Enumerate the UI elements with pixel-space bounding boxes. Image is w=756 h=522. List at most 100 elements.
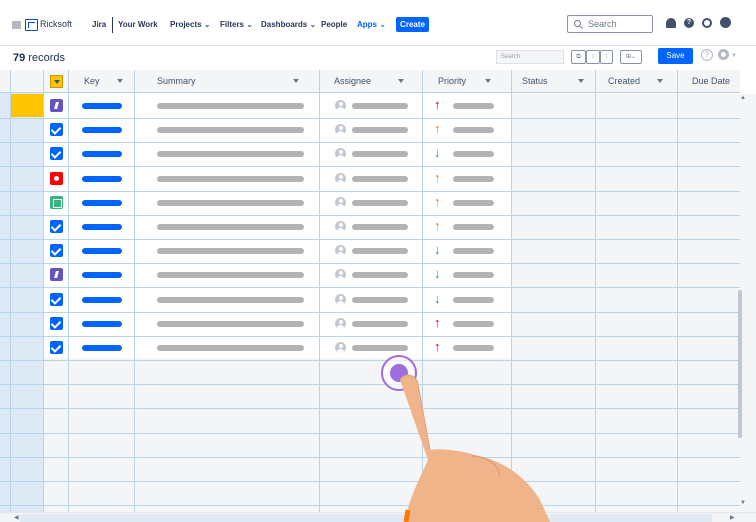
settings-gear-icon[interactable] <box>702 18 712 28</box>
column-sort-caret-icon[interactable] <box>578 79 584 83</box>
summary-cell[interactable] <box>157 224 304 230</box>
nav-people[interactable]: People <box>321 20 347 29</box>
table-row[interactable]: ↓ <box>0 288 740 312</box>
table-row[interactable]: ↑ <box>0 118 740 142</box>
priority-cell[interactable] <box>453 320 494 327</box>
vertical-scrollbar[interactable] <box>740 94 756 512</box>
table-row[interactable]: ↑ <box>0 167 740 191</box>
column-header-status[interactable]: Status <box>522 76 548 86</box>
table-row[interactable]: ↓ <box>0 239 740 263</box>
priority-cell[interactable] <box>453 296 494 303</box>
column-sort-caret-icon[interactable] <box>657 79 663 83</box>
issue-key-link[interactable] <box>82 345 122 351</box>
issue-key-link[interactable] <box>82 320 122 327</box>
vertical-scroll-thumb[interactable] <box>738 290 742 438</box>
assignee-cell[interactable] <box>352 345 408 351</box>
column-header-created[interactable]: Created <box>608 76 640 86</box>
summary-cell[interactable] <box>157 296 304 303</box>
table-row[interactable]: ↑ <box>0 215 740 239</box>
priority-cell[interactable] <box>453 224 494 230</box>
issue-key-link[interactable] <box>82 127 122 134</box>
format-button[interactable]: ⁝ <box>586 50 600 64</box>
summary-cell[interactable] <box>157 248 304 255</box>
assignee-cell[interactable] <box>352 199 408 206</box>
priority-cell[interactable] <box>453 248 494 255</box>
table-row[interactable]: ↑ <box>0 336 740 360</box>
nav-filters[interactable]: Filters ⌄ <box>220 20 253 29</box>
issue-key-link[interactable] <box>82 248 122 255</box>
column-sort-caret-icon[interactable] <box>485 79 491 83</box>
scroll-up-arrow-icon[interactable]: ▲ <box>740 95 746 101</box>
column-header-summary[interactable]: Summary <box>157 76 196 86</box>
assignee-cell[interactable] <box>352 248 408 255</box>
format-button-2[interactable]: ⁝ <box>600 50 613 64</box>
view-options-button[interactable]: ⊞⌄ <box>620 50 642 64</box>
priority-cell[interactable] <box>453 127 494 134</box>
column-header-key[interactable]: Key <box>84 76 100 86</box>
priority-cell[interactable] <box>453 272 494 279</box>
table-row[interactable]: ↑ <box>0 94 740 118</box>
assignee-avatar-icon <box>335 342 346 353</box>
table-row[interactable]: ↓ <box>0 142 740 166</box>
scroll-left-arrow-icon[interactable]: ◀ <box>14 514 19 521</box>
summary-cell[interactable] <box>157 345 304 351</box>
global-search-input[interactable]: Search <box>567 15 653 33</box>
summary-cell[interactable] <box>157 320 304 327</box>
scroll-down-arrow-icon[interactable]: ▼ <box>740 500 746 506</box>
notifications-bell-icon[interactable] <box>666 18 676 28</box>
nav-jira[interactable]: Jira <box>92 20 106 29</box>
priority-cell[interactable] <box>453 345 494 351</box>
table-row[interactable]: ↑ <box>0 312 740 336</box>
column-header-priority[interactable]: Priority <box>438 76 466 86</box>
issue-key-link[interactable] <box>82 224 122 230</box>
assignee-cell[interactable] <box>352 272 408 279</box>
summary-cell[interactable] <box>157 199 304 206</box>
chevron-down-icon[interactable]: ▼ <box>731 53 737 59</box>
grid-settings-gear-icon[interactable] <box>718 49 729 60</box>
app-switcher-icon[interactable] <box>12 21 21 29</box>
summary-cell[interactable] <box>157 127 304 134</box>
assignee-cell[interactable] <box>352 127 408 134</box>
grid-search-input[interactable]: Search <box>496 50 564 64</box>
scroll-right-arrow-icon[interactable]: ▶ <box>730 514 735 521</box>
priority-cell[interactable] <box>453 199 494 206</box>
filter-dropdown-icon[interactable] <box>50 75 63 88</box>
assignee-cell[interactable] <box>352 296 408 303</box>
table-row[interactable]: ↓ <box>0 263 740 287</box>
issue-key-link[interactable] <box>82 296 122 303</box>
priority-cell[interactable] <box>453 151 494 158</box>
assignee-cell[interactable] <box>352 103 408 109</box>
issue-key-link[interactable] <box>82 103 122 109</box>
summary-cell[interactable] <box>157 151 304 158</box>
issue-key-link[interactable] <box>82 151 122 158</box>
nav-projects[interactable]: Projects ⌄ <box>170 20 211 29</box>
issue-key-link[interactable] <box>82 272 122 279</box>
column-header-due-date[interactable]: Due Date <box>692 76 730 86</box>
summary-cell[interactable] <box>157 175 304 182</box>
summary-cell[interactable] <box>157 272 304 279</box>
save-button[interactable]: Save <box>658 48 693 64</box>
assignee-cell[interactable] <box>352 224 408 230</box>
nav-dashboards[interactable]: Dashboards ⌄ <box>261 20 316 29</box>
user-avatar[interactable] <box>720 17 731 28</box>
priority-cell[interactable] <box>453 175 494 182</box>
help-circle-icon[interactable]: ? <box>701 49 713 61</box>
assignee-cell[interactable] <box>352 175 408 182</box>
column-sort-caret-icon[interactable] <box>293 79 299 83</box>
create-button[interactable]: Create <box>396 17 429 32</box>
help-icon[interactable]: ? <box>684 18 694 28</box>
table-row[interactable]: ↑ <box>0 191 740 215</box>
issue-key-link[interactable] <box>82 199 122 206</box>
assignee-cell[interactable] <box>352 320 408 327</box>
nav-your-work[interactable]: Your Work <box>118 20 158 29</box>
priority-highest-arrow-icon: ↑ <box>434 97 441 112</box>
summary-cell[interactable] <box>157 103 304 109</box>
nav-apps[interactable]: Apps ⌄ <box>357 20 386 29</box>
assignee-cell[interactable] <box>352 151 408 158</box>
column-sort-caret-icon[interactable] <box>117 79 123 83</box>
column-sort-caret-icon[interactable] <box>398 79 404 83</box>
issue-key-link[interactable] <box>82 175 122 182</box>
copy-button[interactable]: ⧉ <box>571 50 586 64</box>
priority-cell[interactable] <box>453 103 494 109</box>
column-header-assignee[interactable]: Assignee <box>334 76 371 86</box>
